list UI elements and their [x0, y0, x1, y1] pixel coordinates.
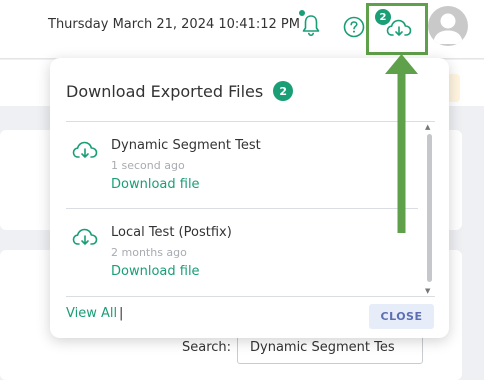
- scroll-down-arrow-icon[interactable]: ▼: [425, 287, 430, 295]
- user-avatar-icon: [433, 13, 463, 44]
- download-exported-files-popup: Download Exported Files 2 Dynamic Segmen…: [50, 58, 449, 338]
- avatar[interactable]: [428, 6, 468, 46]
- download-file-link[interactable]: Download file: [111, 177, 200, 192]
- popup-header: Download Exported Files 2: [66, 81, 294, 101]
- help-button[interactable]: [341, 14, 367, 40]
- download-count-badge: 2: [375, 9, 391, 25]
- file-count-badge: 2: [273, 81, 294, 101]
- search-label: Search:: [182, 340, 232, 355]
- list-scrollbar[interactable]: ▲ ▼: [423, 122, 435, 296]
- cloud-download-icon: [72, 141, 98, 158]
- close-button[interactable]: CLOSE: [369, 304, 434, 329]
- current-datetime: Thursday March 21, 2024 10:41:12 PM: [48, 17, 300, 32]
- file-name: Local Test (Postfix): [111, 225, 232, 240]
- scroll-up-arrow-icon[interactable]: ▲: [425, 123, 430, 131]
- text-cursor: |: [119, 306, 124, 321]
- list-item: Local Test (Postfix) 2 months ago Downlo…: [66, 209, 418, 295]
- bell-icon: [302, 15, 320, 37]
- cloud-download-icon: [72, 228, 98, 245]
- view-all-link[interactable]: View All: [66, 306, 117, 321]
- help-circle-icon: [343, 16, 365, 38]
- download-file-link[interactable]: Download file: [111, 264, 200, 279]
- file-time: 1 second ago: [111, 159, 185, 172]
- exported-files-list: Dynamic Segment Test 1 second ago Downlo…: [66, 121, 435, 297]
- list-item: Dynamic Segment Test 1 second ago Downlo…: [66, 122, 418, 209]
- file-name: Dynamic Segment Test: [111, 138, 261, 153]
- scroll-thumb[interactable]: [427, 134, 432, 282]
- notification-dot: [299, 10, 305, 16]
- downloads-button[interactable]: [366, 3, 428, 55]
- popup-title: Download Exported Files: [66, 81, 264, 101]
- file-time: 2 months ago: [111, 246, 187, 259]
